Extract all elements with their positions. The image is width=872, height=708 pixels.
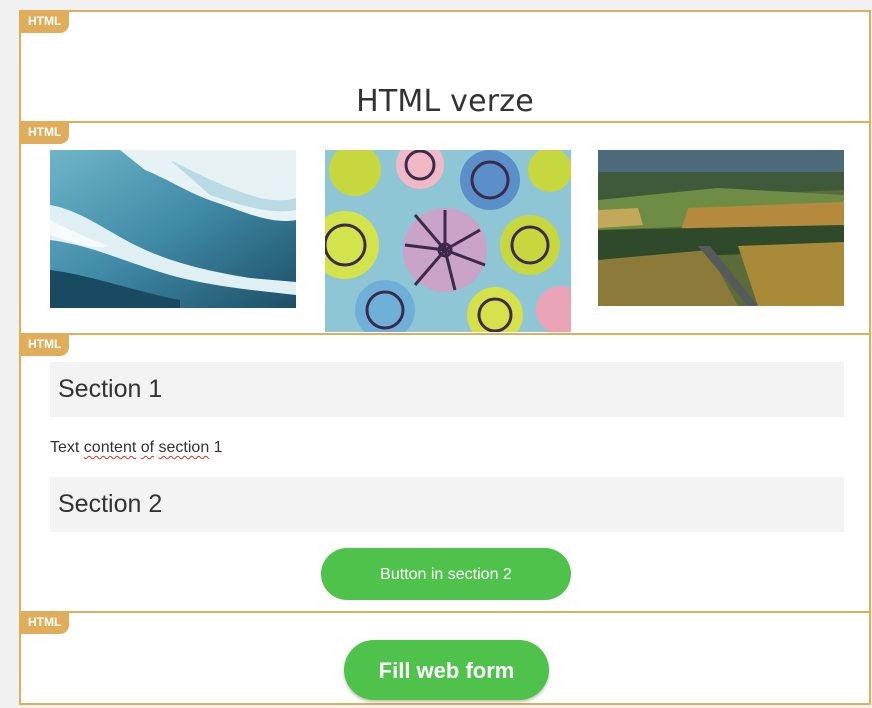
- html-block-tag: HTML: [19, 10, 70, 33]
- text-part: section: [158, 439, 210, 456]
- glacier-ice-image: [50, 150, 296, 308]
- section-1-header[interactable]: Section 1: [50, 362, 844, 417]
- text-part: content: [83, 439, 137, 456]
- text-part: of: [140, 439, 155, 456]
- html-block-sections: HTML Section 1 Text content of section 1…: [19, 333, 871, 614]
- html-block-tag: HTML: [19, 611, 70, 634]
- flower-pattern-image: [325, 150, 571, 332]
- page-title: HTML verze: [356, 84, 534, 119]
- html-block-tag: HTML: [19, 121, 70, 144]
- html-block-form: HTML Fill web form: [19, 611, 871, 705]
- section-2-button[interactable]: Button in section 2: [321, 548, 571, 600]
- html-block-tag: HTML: [19, 333, 70, 356]
- html-block-gallery: HTML: [19, 121, 871, 336]
- section-1-text: Text content of section 1: [50, 439, 223, 457]
- fill-web-form-button[interactable]: Fill web form: [344, 640, 549, 700]
- text-part: Text: [50, 439, 84, 456]
- aerial-fields-image: [598, 150, 844, 306]
- text-part: 1: [209, 439, 223, 456]
- section-2-header[interactable]: Section 2: [50, 477, 844, 532]
- html-block-title: HTML HTML verze: [19, 10, 871, 124]
